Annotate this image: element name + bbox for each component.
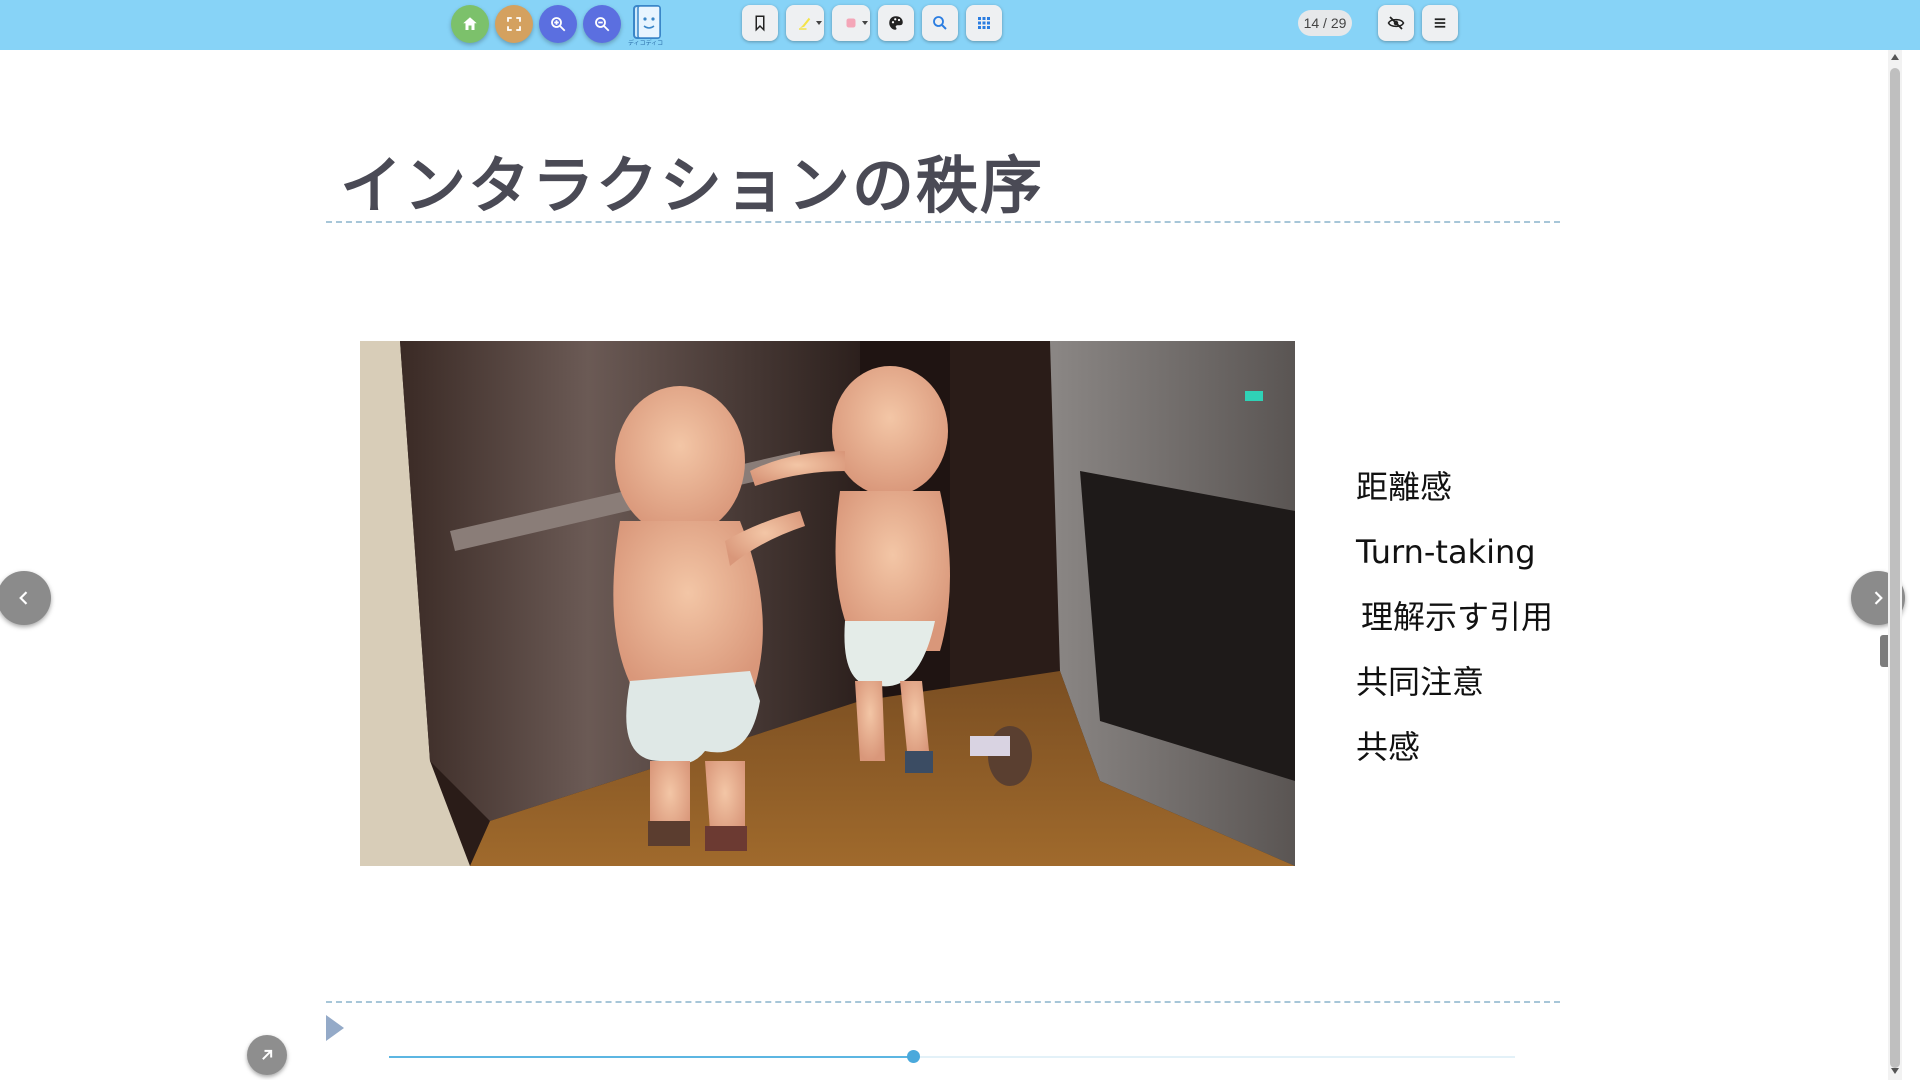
chevron-right-icon: [1874, 591, 1883, 605]
scroll-down-icon[interactable]: [1891, 1068, 1899, 1074]
fullscreen-icon: [507, 17, 521, 31]
list-item: Turn-taking: [1356, 533, 1536, 571]
hide-toolbar-button[interactable]: [1378, 5, 1414, 41]
arrow-up-right-icon: [262, 1049, 273, 1060]
eye-off-icon: [1387, 16, 1405, 30]
zoom-out-button[interactable]: [583, 5, 621, 43]
scroll-up-icon[interactable]: [1891, 54, 1899, 60]
zoom-out-icon: [595, 17, 610, 32]
prev-page-button[interactable]: [0, 571, 51, 625]
photo-two-babies-icon: [360, 341, 1295, 866]
list-item: 共感: [1356, 728, 1421, 766]
grid-icon: [978, 17, 990, 29]
home-button[interactable]: [451, 5, 489, 43]
chevron-left-icon: [19, 591, 28, 605]
page-indicator: 14 / 29: [1298, 10, 1352, 36]
search-icon: [933, 16, 947, 30]
eraser-icon: [846, 18, 856, 28]
list-item: 理解示す引用: [1361, 598, 1554, 636]
highlighter-icon: [799, 17, 811, 30]
progress-fill: [389, 1056, 913, 1058]
grid-button[interactable]: [966, 5, 1002, 41]
menu-button[interactable]: [1422, 5, 1458, 41]
scroll-thumb[interactable]: [1890, 68, 1900, 1068]
home-icon: [463, 17, 477, 30]
top-toolbar: ディコディコ 14 / 29: [0, 0, 1920, 50]
zoom-in-button[interactable]: [539, 5, 577, 43]
bookmark-icon: [755, 15, 765, 32]
logo-text: ディコディコ: [628, 40, 664, 47]
title-divider: [326, 221, 1560, 223]
progress-knob[interactable]: [906, 1050, 920, 1063]
slide-title: インタラクションの秩序: [340, 149, 1045, 222]
scrollbar[interactable]: [1888, 50, 1902, 1080]
highlighter-button[interactable]: [786, 5, 824, 41]
bullet-list: 距離感 Turn-taking 理解示す引用 共同注意 共感: [1356, 458, 1553, 783]
menu-icon: [1434, 18, 1446, 28]
eraser-dropdown-icon[interactable]: [862, 21, 868, 25]
popout-button[interactable]: [247, 1035, 287, 1075]
highlighter-dropdown-icon[interactable]: [816, 21, 822, 25]
eraser-button[interactable]: [832, 5, 870, 41]
list-item: 共同注意: [1356, 663, 1485, 701]
palette-button[interactable]: [878, 5, 914, 41]
zoom-in-icon: [551, 17, 566, 32]
bookmark-button[interactable]: [742, 5, 778, 41]
play-icon[interactable]: [326, 1015, 344, 1041]
search-button[interactable]: [922, 5, 958, 41]
palette-icon: [889, 16, 903, 30]
progress-bar[interactable]: [389, 1050, 1515, 1063]
fullscreen-button[interactable]: [495, 5, 533, 43]
footer-divider: [326, 1001, 1560, 1003]
app-logo: ディコディコ: [628, 3, 666, 47]
list-item: 距離感: [1356, 468, 1453, 506]
slide-photo: [360, 341, 1295, 866]
